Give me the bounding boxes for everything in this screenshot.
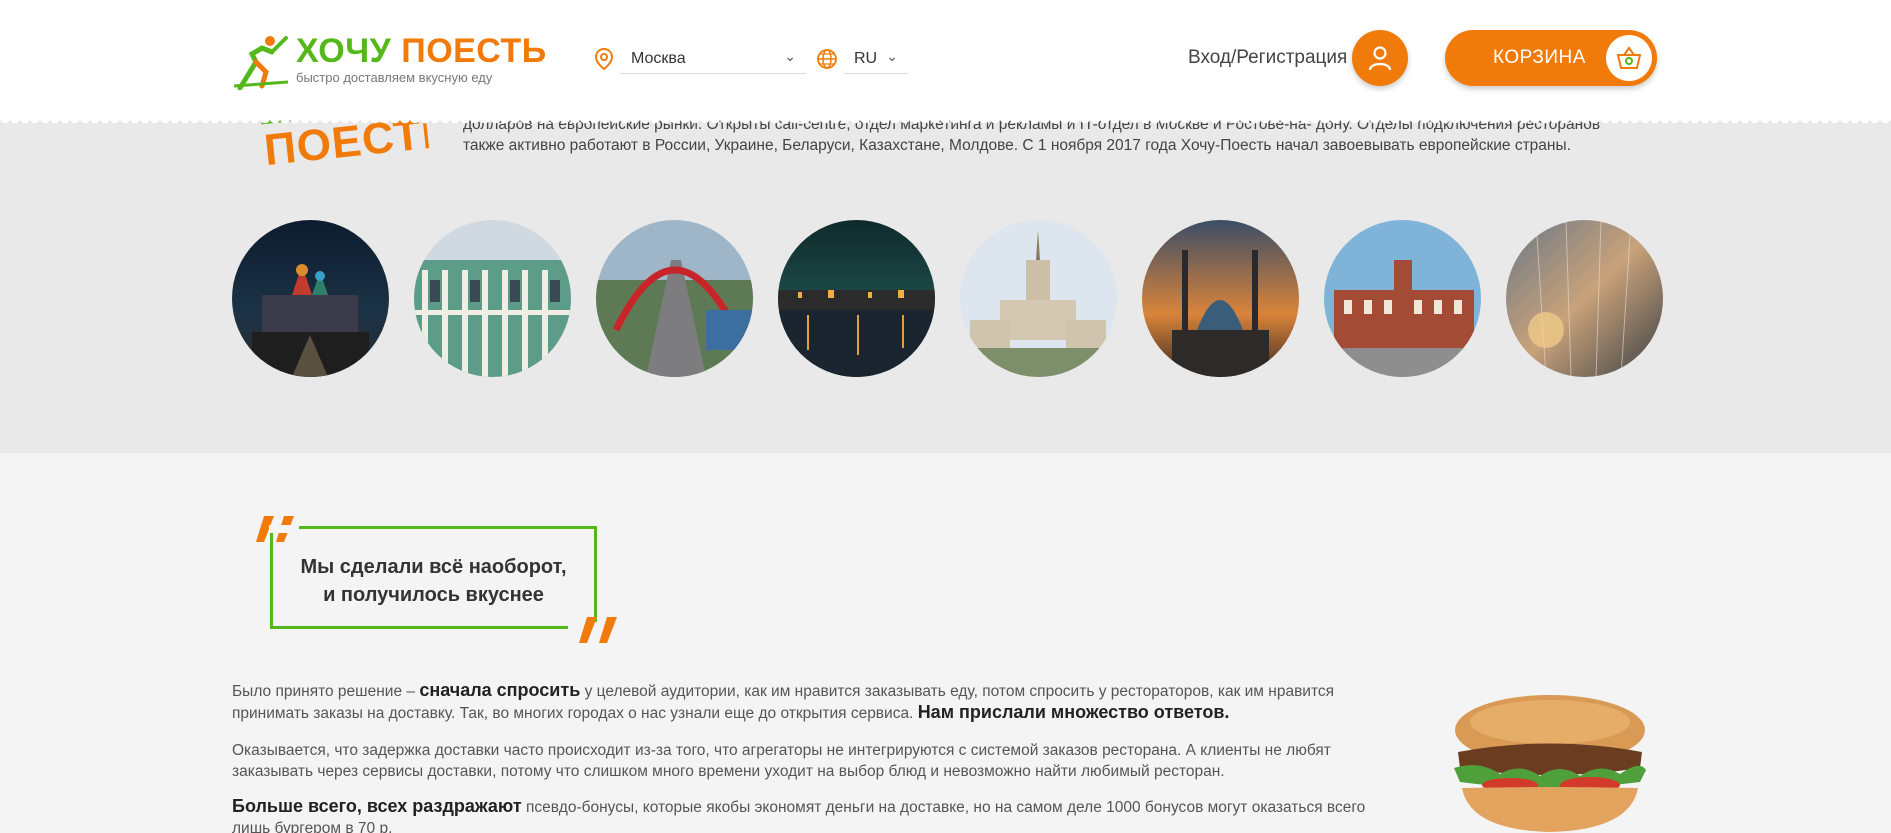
language-select[interactable]: RU ⌄ [844, 44, 908, 74]
quote-box: Мы сделали всё наоборот, и получилось вк… [269, 525, 598, 630]
logo-tagline: быстро доставляем вкусную еду [296, 70, 493, 85]
user-icon [1368, 46, 1392, 71]
city-photo-kazan[interactable] [1142, 220, 1299, 377]
paragraph-decision: Было принято решение – сначала спросить … [232, 680, 1335, 722]
quote-line-1: Мы сделали всё наоборот, [300, 556, 567, 578]
city-select-value: Москва [631, 50, 686, 67]
quote-close-icon [579, 617, 617, 643]
about-line-2: также активно работают в России, Украине… [463, 137, 1571, 154]
city-select[interactable]: Москва ⌄ [620, 44, 806, 74]
running-man-logo-icon [233, 36, 289, 90]
city-photo-moscow-university[interactable] [960, 220, 1117, 377]
logo[interactable]: ХОЧУ ПОЕСТЬ быстро доставляем вкусную ед… [232, 30, 546, 90]
location-pin-icon [594, 47, 614, 71]
quote-line-2: и получилось вкуснее [323, 584, 544, 606]
globe-icon [817, 49, 837, 69]
basket-icon [1616, 46, 1642, 69]
paragraph-pseudo-bonuses: Больше всего, всех раздражают псевдо-бон… [232, 796, 1366, 833]
city-photo-st-petersburg[interactable] [414, 220, 571, 377]
user-account-button[interactable] [1352, 30, 1408, 86]
city-photo-moscow-night[interactable] [778, 220, 935, 377]
chevron-down-icon: ⌄ [784, 48, 796, 64]
city-photo-moscow-bridge[interactable] [596, 220, 753, 377]
burger-image [1454, 695, 1646, 832]
site-header: ХОЧУ ПОЕСТЬ быстро доставляем вкусную ед… [0, 0, 1891, 126]
city-photo-izhevsk[interactable] [1324, 220, 1481, 377]
logo-title: ХОЧУ ПОЕСТЬ [296, 32, 547, 70]
city-photo-moscow-kremlin[interactable] [232, 220, 389, 377]
chevron-down-icon: ⌄ [886, 48, 898, 64]
city-photos-row [232, 220, 1663, 380]
login-register-link[interactable]: Вход/Регистрация [1188, 47, 1347, 69]
language-select-value: RU [854, 50, 878, 67]
cart-button-label: КОРЗИНА [1493, 47, 1586, 68]
city-photo-moscow-city[interactable] [1506, 220, 1663, 377]
cart-icon-circle [1606, 35, 1652, 81]
cart-button[interactable]: КОРЗИНА [1445, 30, 1657, 86]
paragraph-delivery-delay: Оказывается, что задержка доставки часто… [232, 742, 1331, 780]
